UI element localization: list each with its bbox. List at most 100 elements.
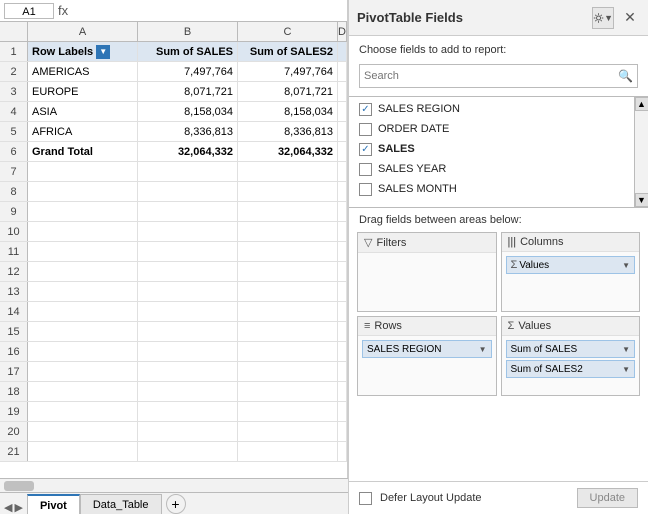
grid-row-9[interactable]: 9	[0, 202, 347, 222]
name-box[interactable]: A1	[4, 3, 54, 19]
cell-17-2[interactable]	[138, 362, 238, 381]
grid-row-1[interactable]: 1Row Labels ▼Sum of SALESSum of SALES2	[0, 42, 347, 62]
cell-8-3[interactable]	[238, 182, 338, 201]
grid-row-10[interactable]: 10	[0, 222, 347, 242]
cell-3-1[interactable]: EUROPE	[28, 82, 138, 101]
drag-area-filters-content[interactable]	[358, 253, 496, 311]
cell-20-3[interactable]	[238, 422, 338, 441]
cell-3-3[interactable]: 8,071,721	[238, 82, 338, 101]
pivot-settings-button[interactable]: ▼	[592, 7, 614, 29]
cell-20-1[interactable]	[28, 422, 138, 441]
cell-12-3[interactable]	[238, 262, 338, 281]
rows-pill-salesregion[interactable]: SALES REGION ▼	[362, 340, 492, 358]
cell-10-1[interactable]	[28, 222, 138, 241]
pivot-search-input[interactable]	[360, 70, 614, 82]
grid-row-15[interactable]: 15	[0, 322, 347, 342]
cell-5-1[interactable]: AFRICA	[28, 122, 138, 141]
field-item-2[interactable]: ✓SALES	[349, 139, 648, 159]
grid-row-7[interactable]: 7	[0, 162, 347, 182]
cell-13-1[interactable]	[28, 282, 138, 301]
grid-row-12[interactable]: 12	[0, 262, 347, 282]
cell-2-1[interactable]: AMERICAS	[28, 62, 138, 81]
cell-15-1[interactable]	[28, 322, 138, 341]
grid-row-13[interactable]: 13	[0, 282, 347, 302]
cell-10-3[interactable]	[238, 222, 338, 241]
cell-1-2[interactable]: Sum of SALES	[138, 42, 238, 61]
cell-11-3[interactable]	[238, 242, 338, 261]
defer-checkbox[interactable]	[359, 492, 372, 505]
cell-2-3[interactable]: 7,497,764	[238, 62, 338, 81]
cell-7-1[interactable]	[28, 162, 138, 181]
values-sum-sales-arrow[interactable]: ▼	[622, 345, 630, 354]
cell-18-3[interactable]	[238, 382, 338, 401]
cell-17-3[interactable]	[238, 362, 338, 381]
grid-row-5[interactable]: 5AFRICA8,336,8138,336,813	[0, 122, 347, 142]
cell-14-3[interactable]	[238, 302, 338, 321]
drag-area-values[interactable]: Σ Values Sum of SALES ▼ Sum of SALES2 ▼	[501, 316, 641, 396]
cell-6-1[interactable]: Grand Total	[28, 142, 138, 161]
horizontal-scrollbar[interactable]	[0, 478, 348, 492]
field-item-0[interactable]: ✓SALES REGION	[349, 99, 648, 119]
field-item-4[interactable]: SALES MONTH	[349, 179, 648, 199]
grid-row-21[interactable]: 21	[0, 442, 347, 462]
drag-area-filters[interactable]: ▽ Filters	[357, 232, 497, 312]
drag-area-columns-content[interactable]: Σ Values ▼	[502, 252, 640, 311]
cell-14-1[interactable]	[28, 302, 138, 321]
add-sheet-button[interactable]: +	[166, 494, 186, 514]
values-pill-sum-sales[interactable]: Sum of SALES ▼	[506, 340, 636, 358]
field-checkbox-0[interactable]: ✓	[359, 103, 372, 116]
cell-17-1[interactable]	[28, 362, 138, 381]
field-checkbox-3[interactable]	[359, 163, 372, 176]
cell-4-1[interactable]: ASIA	[28, 102, 138, 121]
columns-pill-values[interactable]: Σ Values ▼	[506, 256, 636, 274]
cell-8-2[interactable]	[138, 182, 238, 201]
grid-row-16[interactable]: 16	[0, 342, 347, 362]
cell-13-2[interactable]	[138, 282, 238, 301]
fields-scrollbar[interactable]: ▲ ▼	[634, 97, 648, 207]
grid-row-11[interactable]: 11	[0, 242, 347, 262]
cell-21-1[interactable]	[28, 442, 138, 461]
cell-2-2[interactable]: 7,497,764	[138, 62, 238, 81]
cell-3-2[interactable]: 8,071,721	[138, 82, 238, 101]
field-checkbox-1[interactable]	[359, 123, 372, 136]
cell-9-1[interactable]	[28, 202, 138, 221]
cell-6-2[interactable]: 32,064,332	[138, 142, 238, 161]
cell-21-2[interactable]	[138, 442, 238, 461]
grid-row-4[interactable]: 4ASIA8,158,0348,158,034	[0, 102, 347, 122]
tab-pivot[interactable]: Pivot	[27, 494, 80, 514]
cell-19-1[interactable]	[28, 402, 138, 421]
drag-area-columns[interactable]: ||| Columns Σ Values ▼	[501, 232, 641, 312]
drag-area-values-content[interactable]: Sum of SALES ▼ Sum of SALES2 ▼	[502, 336, 640, 395]
cell-16-1[interactable]	[28, 342, 138, 361]
drag-area-rows[interactable]: ≡ Rows SALES REGION ▼	[357, 316, 497, 396]
fields-scroll-down[interactable]: ▼	[635, 193, 648, 207]
grid-row-2[interactable]: 2AMERICAS7,497,7647,497,764	[0, 62, 347, 82]
cell-12-1[interactable]	[28, 262, 138, 281]
col-header-b[interactable]: B	[138, 22, 238, 41]
grid-row-17[interactable]: 17	[0, 362, 347, 382]
pivot-close-button[interactable]: ✕	[620, 8, 640, 28]
cell-18-1[interactable]	[28, 382, 138, 401]
cell-9-2[interactable]	[138, 202, 238, 221]
field-checkbox-4[interactable]	[359, 183, 372, 196]
values-sum-sales2-arrow[interactable]: ▼	[622, 365, 630, 374]
fields-scroll-up[interactable]: ▲	[635, 97, 648, 111]
cell-4-3[interactable]: 8,158,034	[238, 102, 338, 121]
grid-row-18[interactable]: 18	[0, 382, 347, 402]
cell-5-2[interactable]: 8,336,813	[138, 122, 238, 141]
grid-row-19[interactable]: 19	[0, 402, 347, 422]
cell-1-3[interactable]: Sum of SALES2	[238, 42, 338, 61]
columns-pill-arrow[interactable]: ▼	[622, 261, 630, 270]
cell-12-2[interactable]	[138, 262, 238, 281]
cell-7-2[interactable]	[138, 162, 238, 181]
cell-14-2[interactable]	[138, 302, 238, 321]
field-item-3[interactable]: SALES YEAR	[349, 159, 648, 179]
drag-area-rows-content[interactable]: SALES REGION ▼	[358, 336, 496, 395]
grid-row-20[interactable]: 20	[0, 422, 347, 442]
update-button[interactable]: Update	[577, 488, 638, 508]
tab-right-icon[interactable]: ▶	[14, 501, 22, 514]
cell-15-3[interactable]	[238, 322, 338, 341]
tab-left-icon[interactable]: ◀	[4, 501, 12, 514]
field-item-1[interactable]: ORDER DATE	[349, 119, 648, 139]
tab-data-table[interactable]: Data_Table	[80, 494, 162, 514]
